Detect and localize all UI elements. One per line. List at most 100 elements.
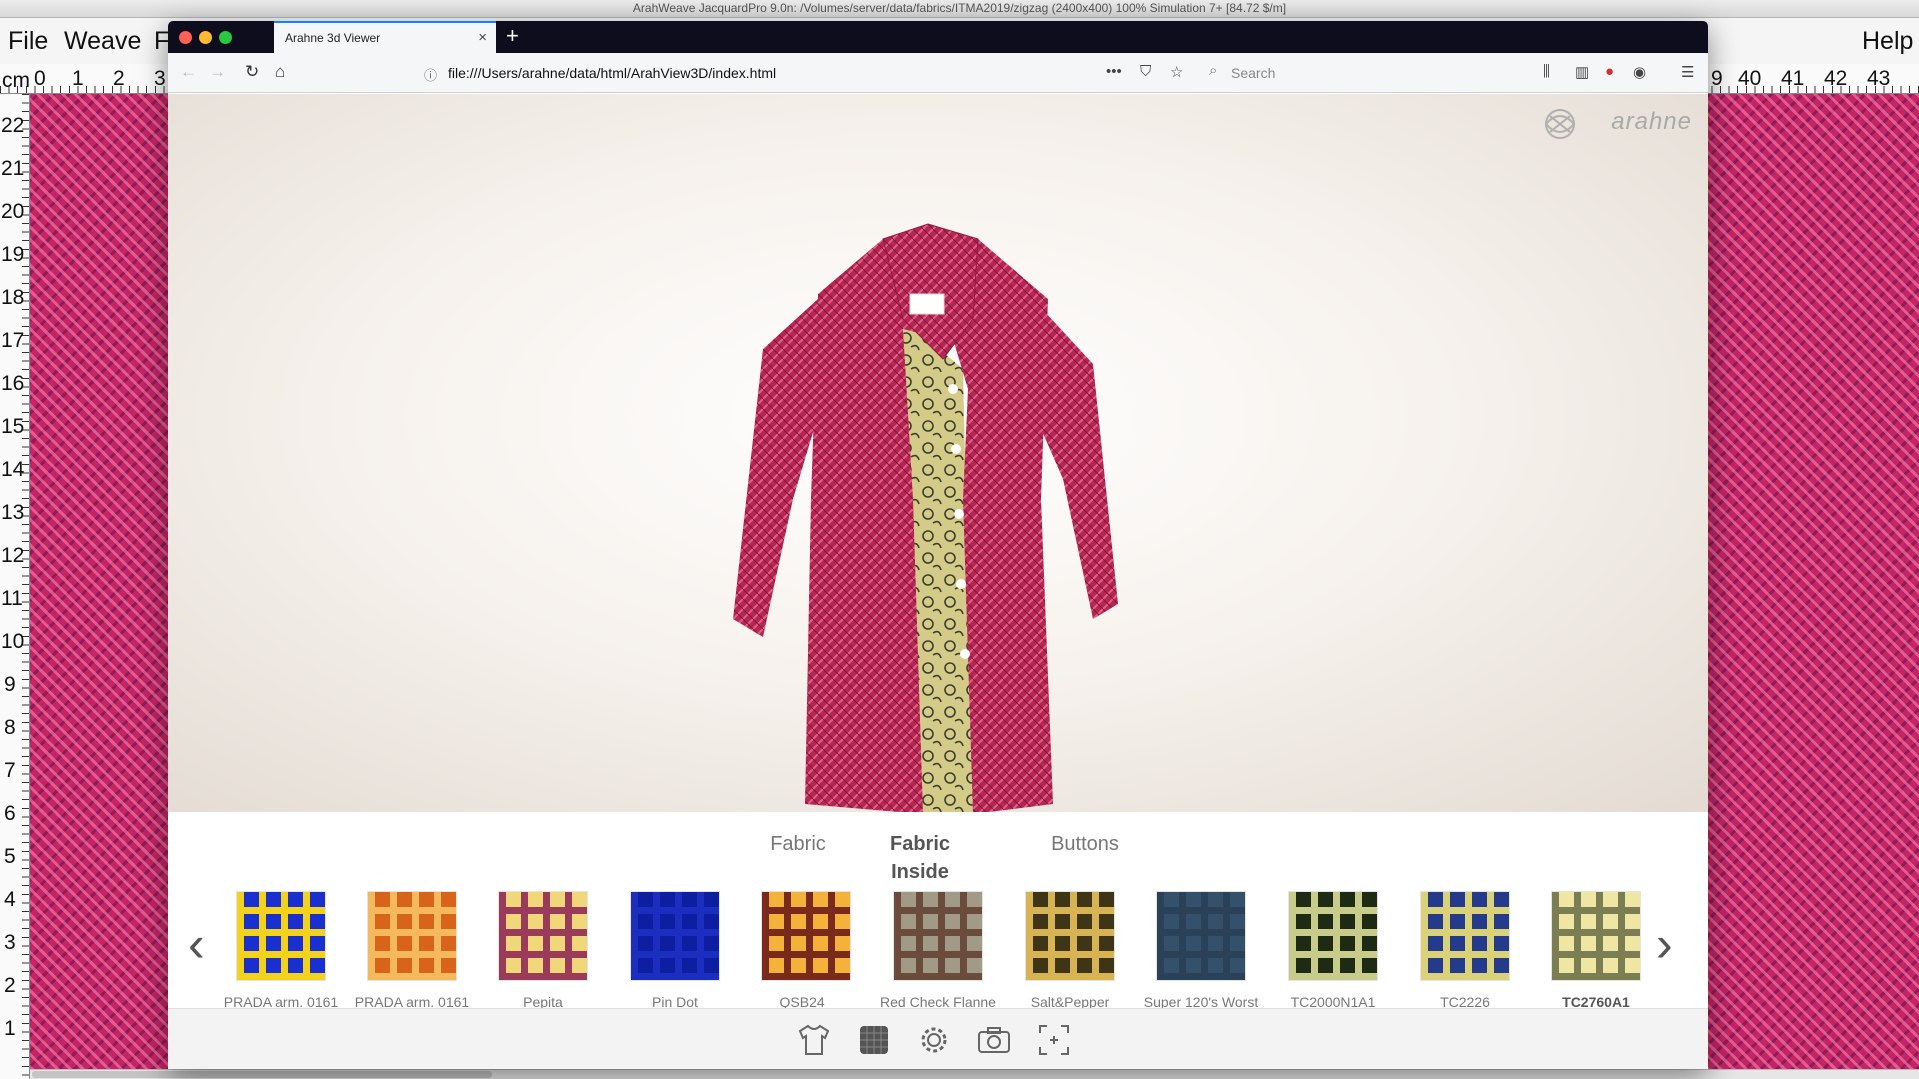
fabric-swatch[interactable]: PRADA arm. 0161 xyxy=(346,891,478,1010)
swatch-thumbnail xyxy=(498,891,588,981)
tab-buttons[interactable]: Buttons xyxy=(1030,830,1140,858)
minimize-window-button[interactable] xyxy=(199,31,212,44)
ruler-unit: cm xyxy=(2,69,30,92)
coat-model[interactable] xyxy=(723,199,1143,814)
ruler-label: 21 xyxy=(1,157,25,180)
info-icon[interactable]: ⓘ xyxy=(424,65,437,84)
ruler-label: 16 xyxy=(1,372,25,395)
ruler-label: 2 xyxy=(4,974,16,997)
fabric-swatch[interactable]: Pepita xyxy=(477,891,609,1010)
library-icon[interactable]: ⫼ xyxy=(1543,63,1550,80)
ruler-label: 42 xyxy=(1824,67,1848,90)
tab-fabric-inside[interactable]: Fabric Inside xyxy=(880,830,960,886)
ruler-label: 11 xyxy=(1,587,23,610)
navigation-bar: ← → ↻ ⌂ ⓘ file:///Users/arahne/data/html… xyxy=(168,53,1708,93)
scrollbar-thumb[interactable] xyxy=(32,1071,492,1078)
fabric-swatch[interactable]: Pin Dot xyxy=(609,891,741,1010)
forward-icon[interactable]: → xyxy=(209,62,226,82)
fabric-swatch[interactable]: TC2000N1A1 xyxy=(1267,891,1399,1010)
tab-bar: Arahne 3d Viewer × + xyxy=(168,21,1708,53)
browser-window: Arahne 3d Viewer × + ← → ↻ ⌂ ⓘ file:///U… xyxy=(168,21,1708,1069)
account-icon[interactable]: ◉ xyxy=(1633,63,1646,81)
horizontal-scrollbar[interactable] xyxy=(30,1069,1919,1079)
swatch-thumbnail xyxy=(1551,891,1641,981)
fullscreen-icon[interactable] xyxy=(1035,1021,1073,1059)
ruler-label: 8 xyxy=(4,716,16,739)
tab-close-icon[interactable]: × xyxy=(478,23,487,53)
arahne-logo-icon xyxy=(1545,109,1576,139)
menu-help[interactable]: Help xyxy=(1862,27,1913,56)
shirt-icon[interactable] xyxy=(795,1021,833,1059)
tab-arahne-viewer[interactable]: Arahne 3d Viewer × xyxy=(274,21,496,53)
ruler-label: 6 xyxy=(4,802,16,825)
ruler-label: 22 xyxy=(1,114,25,137)
ruler-label: 20 xyxy=(1,200,25,223)
menu-weave[interactable]: Weave xyxy=(64,27,141,56)
swatch-thumbnail xyxy=(893,891,983,981)
ruler-label: 9 xyxy=(4,673,16,696)
fabric-simulation-right[interactable] xyxy=(1706,94,1919,1069)
swatch-thumbnail xyxy=(1288,891,1378,981)
3d-viewer-canvas[interactable]: arahne xyxy=(168,94,1708,814)
fabric-swatch-selected[interactable]: TC2760A1 xyxy=(1530,891,1662,1010)
pocket-icon[interactable]: ⛉ xyxy=(1140,63,1151,80)
ruler-label: 17 xyxy=(1,329,25,352)
ruler-label: 4 xyxy=(4,888,16,911)
tab-fabric[interactable]: Fabric xyxy=(748,830,848,858)
ruler-label: 0 xyxy=(34,67,46,90)
ruler-label: 19 xyxy=(1,243,25,266)
ruler-label: 1 xyxy=(72,67,84,90)
search-field[interactable]: Search xyxy=(1231,65,1275,81)
ruler-label: 9 xyxy=(1711,67,1723,90)
menu-partial[interactable]: F xyxy=(154,27,169,56)
fabric-swatch[interactable]: PRADA arm. 0161 xyxy=(215,891,347,1010)
back-icon[interactable]: ← xyxy=(180,62,197,82)
brand-name: arahne xyxy=(1611,108,1692,135)
ruler-label: 1 xyxy=(4,1017,16,1040)
fabric-swatch[interactable]: Red Check Flanne xyxy=(872,891,1004,1010)
host-app-titlebar: ArahWeave JacquardPro 9.0n: /Volumes/ser… xyxy=(0,0,1919,18)
prev-arrow-icon[interactable]: ‹ xyxy=(188,919,205,969)
ruler-label: 3 xyxy=(154,67,166,90)
fabric-simulation-left[interactable] xyxy=(30,94,170,1069)
swatch-thumbnail xyxy=(236,891,326,981)
pinterest-icon[interactable]: ● xyxy=(1605,63,1614,80)
url-field[interactable]: file:///Users/arahne/data/html/ArahView3… xyxy=(448,65,776,81)
ruler-label: 14 xyxy=(1,458,25,481)
ruler-label: 40 xyxy=(1738,67,1762,90)
search-icon: ⌕ xyxy=(1209,62,1218,79)
fabric-swatch[interactable]: QSB24_ xyxy=(740,891,872,1010)
tab-title: Arahne 3d Viewer xyxy=(285,31,381,45)
viewer-toolbar xyxy=(168,1008,1708,1069)
swatch-thumbnail xyxy=(630,891,720,981)
coat-label xyxy=(909,293,945,315)
ruler-label: 5 xyxy=(4,845,16,868)
zoom-window-button[interactable] xyxy=(219,31,232,44)
ruler-label: 7 xyxy=(4,759,16,782)
home-icon[interactable]: ⌂ xyxy=(275,62,285,82)
ruler-label: 43 xyxy=(1867,67,1891,90)
reload-icon[interactable]: ↻ xyxy=(245,62,259,82)
ruler-label: 41 xyxy=(1781,67,1805,90)
ruler-label: 10 xyxy=(1,630,25,653)
fabric-swatch[interactable]: Super 120's Worst xyxy=(1135,891,1267,1010)
camera-icon[interactable] xyxy=(975,1021,1013,1059)
fabric-swatch[interactable]: TC2226 xyxy=(1399,891,1531,1010)
fabric-icon[interactable] xyxy=(855,1021,893,1059)
bookmark-star-icon[interactable]: ☆ xyxy=(1170,63,1183,81)
swatch-thumbnail xyxy=(761,891,851,981)
fabric-swatch[interactable]: Salt&Pepper xyxy=(1004,891,1136,1010)
new-tab-button[interactable]: + xyxy=(506,21,519,51)
swatch-thumbnail xyxy=(1025,891,1115,981)
ruler-label: 3 xyxy=(4,931,16,954)
gear-icon[interactable] xyxy=(915,1021,953,1059)
ruler-label: 2 xyxy=(113,67,125,90)
hamburger-menu-icon[interactable]: ☰ xyxy=(1681,63,1694,81)
ruler-vertical: 22 21 20 19 18 17 16 15 14 13 12 11 10 9… xyxy=(0,94,30,1079)
swatch-thumbnail xyxy=(1420,891,1510,981)
menu-file[interactable]: File xyxy=(8,27,48,56)
ruler-label: 15 xyxy=(1,415,25,438)
close-window-button[interactable] xyxy=(179,31,192,44)
sidebar-icon[interactable]: ▥ xyxy=(1575,63,1589,81)
page-actions-icon[interactable]: ••• xyxy=(1106,63,1122,80)
